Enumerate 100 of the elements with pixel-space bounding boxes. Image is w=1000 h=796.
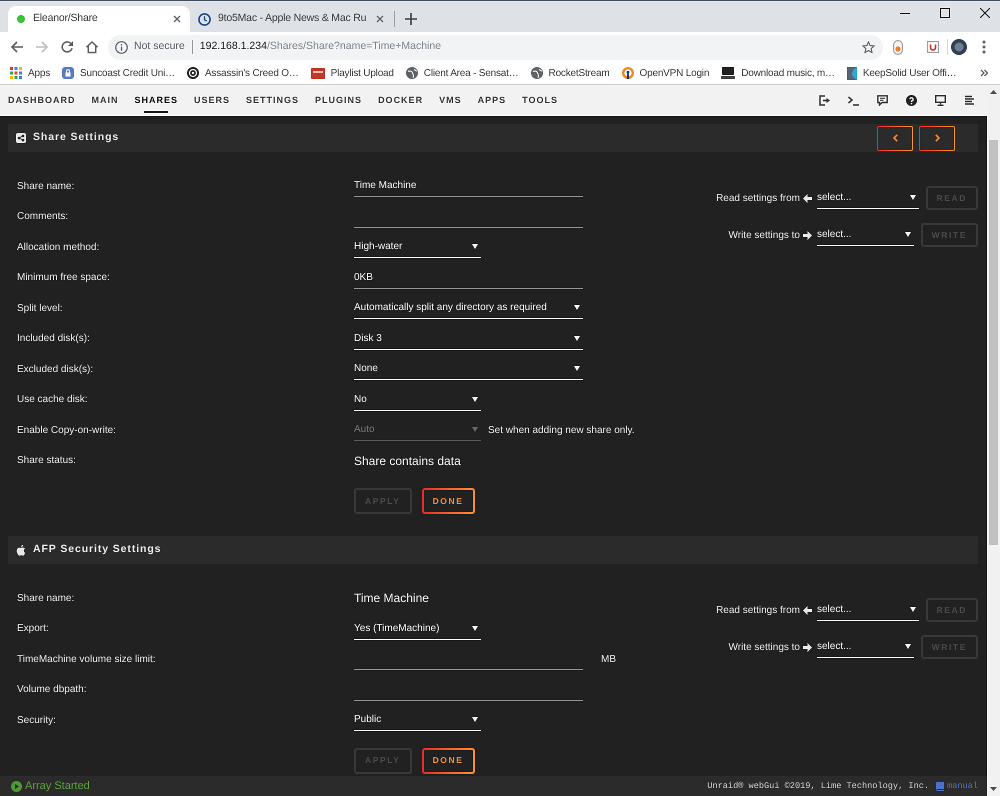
globe-icon bbox=[406, 67, 418, 79]
caret-icon bbox=[574, 336, 580, 341]
globe-icon bbox=[530, 67, 543, 79]
dropdown[interactable]: select... bbox=[817, 187, 918, 209]
field-label: Share name: bbox=[16, 180, 76, 194]
tile-icon bbox=[310, 68, 325, 78]
home-icon[interactable] bbox=[85, 40, 99, 54]
caret-icon bbox=[472, 717, 478, 722]
nav-tab[interactable]: MAIN bbox=[92, 85, 118, 116]
bookmark-link[interactable]: KeepSolid User Offi… bbox=[846, 66, 956, 80]
field-label: Security: bbox=[16, 714, 57, 728]
avatar-icon[interactable] bbox=[951, 39, 967, 55]
next-button[interactable] bbox=[919, 126, 955, 150]
caret-icon bbox=[910, 607, 916, 612]
terminal-icon[interactable] bbox=[848, 95, 859, 106]
book-icon bbox=[935, 782, 944, 790]
nav-tab[interactable]: USERS bbox=[194, 85, 230, 116]
nav-tab[interactable]: VMS bbox=[439, 85, 462, 116]
bookmark-link[interactable]: Suncoast Credit Uni… bbox=[62, 66, 175, 80]
lock-icon bbox=[62, 67, 74, 79]
nav-tab[interactable]: APPS bbox=[478, 85, 506, 116]
logout-icon[interactable] bbox=[819, 95, 830, 106]
field-label: Enable Copy-on-write: bbox=[16, 424, 117, 438]
bookmark-link[interactable]: Apps bbox=[10, 66, 50, 80]
lines-icon[interactable] bbox=[964, 95, 975, 106]
input-field[interactable]: Time Machine bbox=[354, 175, 583, 198]
field-label: Volume dbpath: bbox=[16, 683, 88, 698]
bookmark-link[interactable]: Assassin's Creed O… bbox=[186, 66, 299, 80]
scrollbar[interactable] bbox=[987, 85, 1000, 796]
up-arrow-icon[interactable] bbox=[990, 90, 997, 94]
unit-label: MB bbox=[601, 652, 616, 667]
caret-icon bbox=[472, 626, 478, 631]
monitor-icon[interactable] bbox=[935, 95, 946, 106]
scrollbar-thumb[interactable] bbox=[989, 140, 998, 545]
caret-icon bbox=[472, 244, 478, 250]
field-label: Comments: bbox=[16, 210, 70, 224]
chat-icon[interactable] bbox=[877, 95, 888, 106]
done-button[interactable]: DONE bbox=[422, 748, 475, 774]
clock-icon bbox=[198, 12, 211, 26]
caret-icon bbox=[904, 644, 911, 649]
dropdown[interactable]: No bbox=[354, 388, 481, 411]
address-bar[interactable]: Not secure 192.168.1.234/Shares/Share?name=Time+Machine bbox=[108, 34, 883, 60]
close-icon[interactable] bbox=[173, 15, 181, 23]
dropdown[interactable]: select... bbox=[817, 636, 914, 658]
nav-tab[interactable]: TOOLS bbox=[522, 85, 558, 116]
url-text: 192.168.1.234/Shares/Share?name=Time+Machine bbox=[200, 39, 442, 54]
field-label: Allocation method: bbox=[16, 240, 100, 255]
share-icon bbox=[16, 133, 26, 143]
bookmark-link[interactable]: RocketStream bbox=[530, 66, 610, 80]
hint-text: Set when adding new share only. bbox=[488, 424, 635, 438]
nav-tab[interactable]: DASHBOARD bbox=[8, 85, 76, 116]
caret-icon bbox=[910, 195, 916, 200]
dropdown[interactable]: None bbox=[354, 358, 583, 380]
chevron-right-icon bbox=[934, 134, 940, 142]
info-icon bbox=[115, 40, 128, 54]
dropdown[interactable]: select... bbox=[817, 224, 914, 246]
close-icon[interactable] bbox=[980, 8, 990, 18]
nav-tab[interactable]: DOCKER bbox=[378, 85, 424, 116]
field-value: Time Machine bbox=[354, 590, 429, 608]
done-button[interactable]: DONE bbox=[422, 488, 475, 514]
maximize-icon[interactable] bbox=[940, 8, 950, 18]
help-icon[interactable] bbox=[906, 95, 917, 106]
input-field[interactable]: 0KB bbox=[354, 266, 583, 289]
bookmark-link[interactable]: Download music, m… bbox=[721, 66, 835, 80]
field-label: Excluded disk(s): bbox=[16, 362, 94, 377]
dropdown[interactable]: Public bbox=[354, 709, 481, 732]
back-icon[interactable] bbox=[10, 40, 24, 54]
double-chevron-icon[interactable] bbox=[980, 69, 988, 77]
security-label: Not secure bbox=[134, 39, 185, 54]
left-arrow-icon bbox=[803, 606, 812, 614]
tile-icon bbox=[846, 66, 857, 80]
star-icon[interactable] bbox=[862, 40, 875, 54]
nav-tab[interactable]: PLUGINS bbox=[315, 85, 362, 116]
dropdown[interactable]: Yes (TimeMachine) bbox=[354, 618, 481, 640]
transfer-label: Write settings to bbox=[728, 640, 800, 654]
caret-icon bbox=[574, 366, 580, 372]
pill-icon[interactable] bbox=[893, 40, 903, 54]
nav-tab[interactable]: SETTINGS bbox=[246, 85, 300, 116]
dropdown[interactable]: Disk 3 bbox=[354, 328, 583, 350]
caret-icon bbox=[904, 232, 911, 237]
bookmark-link[interactable]: OpenVPN Login bbox=[622, 66, 710, 80]
square-icon[interactable] bbox=[927, 41, 939, 53]
status-text: Array Started bbox=[25, 778, 90, 794]
keyhole-icon bbox=[622, 67, 634, 79]
transfer-label: Read settings from bbox=[716, 192, 800, 206]
nav-tab[interactable]: SHARES bbox=[134, 85, 178, 116]
menu-icon[interactable] bbox=[982, 40, 986, 54]
plus-icon[interactable] bbox=[405, 13, 417, 25]
dropdown[interactable]: High-water bbox=[354, 236, 481, 258]
bookmark-link[interactable]: Playlist Upload bbox=[310, 66, 394, 80]
previous-button[interactable] bbox=[877, 126, 913, 150]
field-label: Split level: bbox=[16, 302, 64, 316]
dropdown[interactable]: Automatically split any directory as required bbox=[354, 297, 583, 320]
reload-icon[interactable] bbox=[60, 40, 74, 54]
chevron-left-icon bbox=[892, 134, 898, 142]
bookmark-link[interactable]: Client Area - Sensat… bbox=[406, 66, 519, 80]
down-arrow-icon[interactable] bbox=[990, 787, 997, 791]
dropdown[interactable]: select... bbox=[817, 599, 918, 621]
browser-tab[interactable]: Eleanor/Share bbox=[8, 6, 190, 32]
field-label: Included disk(s): bbox=[16, 332, 91, 346]
